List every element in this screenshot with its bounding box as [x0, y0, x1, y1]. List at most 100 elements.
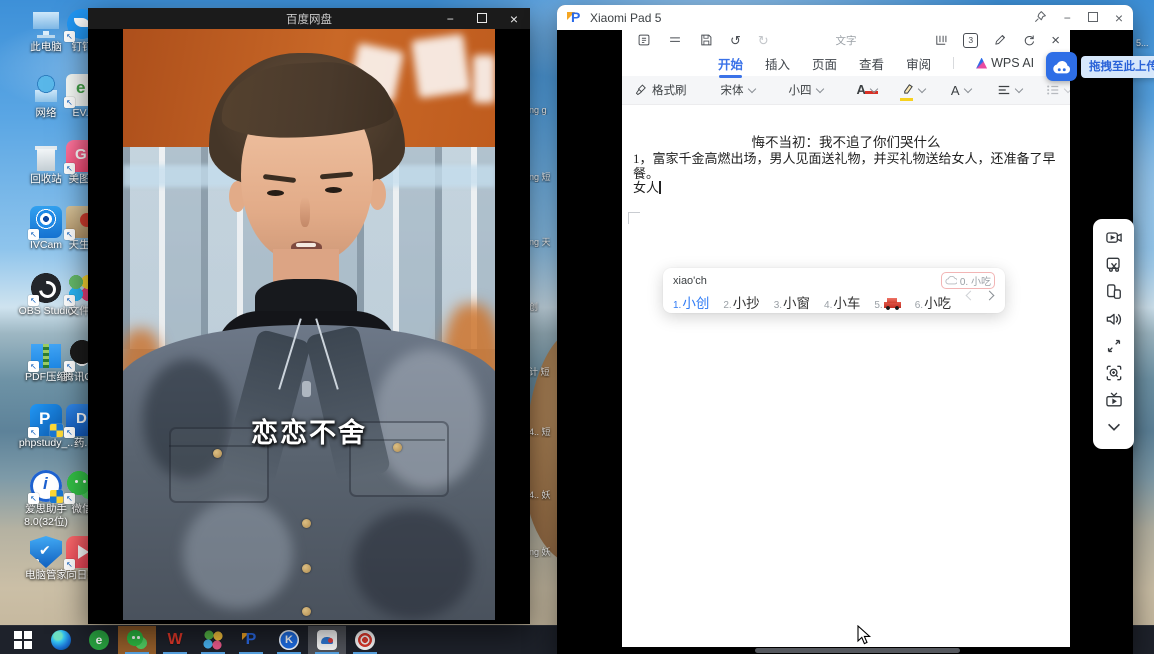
font-name-dropdown[interactable]: 宋体 [721, 82, 755, 98]
close-icon[interactable]: × [1115, 12, 1123, 24]
taskbar-app-icon [203, 630, 223, 650]
collapse-chevron-icon[interactable] [1100, 413, 1127, 440]
shortcut-arrow-icon: ↖ [64, 427, 75, 438]
taskbar-app-button[interactable] [346, 626, 384, 654]
tv-cast-icon[interactable] [1100, 386, 1127, 413]
font-size-dropdown[interactable]: 小四 [789, 82, 823, 98]
taskbar-app-button[interactable]: e [80, 626, 118, 654]
ribbon-tab[interactable]: 审阅 [906, 51, 931, 76]
taskbar-app-icon: P [241, 630, 261, 650]
minimize-icon[interactable]: − [447, 13, 454, 25]
tablet-screen: 文字 ↺ ↻ 3 × [557, 30, 1133, 654]
bullet-list-dropdown[interactable] [1046, 84, 1070, 96]
jacket-button [213, 449, 222, 458]
ime-candidate[interactable]: 4.小车 [824, 292, 860, 313]
ribbon-tab[interactable]: 开始 [718, 51, 743, 76]
format-painter-button[interactable]: 格式刷 [634, 82, 687, 98]
minimize-icon[interactable]: − [1064, 12, 1071, 24]
ime-cloud-candidate[interactable]: 0. 小吃 [941, 272, 995, 289]
taskbar-app-button[interactable] [4, 626, 42, 654]
taskbar-app-button[interactable]: W [156, 626, 194, 654]
shortcut-arrow-icon: ↖ [64, 559, 75, 570]
wps-ai-label: WPS AI [991, 56, 1034, 70]
taskbar-app-button[interactable] [118, 626, 156, 654]
taskbar-app-button[interactable] [42, 626, 80, 654]
person-eye [267, 190, 284, 196]
rotate-device-icon[interactable] [1100, 278, 1127, 305]
icon-label-fragment: ng 短 [529, 170, 559, 183]
sign-glyph [411, 34, 471, 99]
mirror-window-titlebar[interactable]: P Xiaomi Pad 5 − × [557, 5, 1133, 30]
taskbar-app-button[interactable] [194, 626, 232, 654]
zoom-screen-icon[interactable] [1100, 359, 1127, 386]
taskbar-app-icon [13, 630, 33, 650]
sign-glyph [473, 55, 495, 103]
taskbar-app-icon: K [279, 630, 299, 650]
wps-ai-button[interactable]: WPS AI [976, 56, 1034, 70]
taskbar-app-icon: e [89, 630, 109, 650]
shortcut-arrow-icon: ↖ [64, 31, 75, 42]
document-line: 女人 [622, 181, 1070, 196]
maximize-icon[interactable] [477, 13, 487, 25]
ribbon-tab[interactable]: 插入 [765, 51, 790, 76]
document-editor[interactable]: 悔不当初：我不追了你们哭什么 1，富家千金高燃出场，男人见面送礼物，并买礼物送给… [622, 131, 1070, 647]
highlight-color-dropdown[interactable] [901, 83, 925, 97]
video-area[interactable]: 恋恋不舍 [123, 29, 495, 620]
ime-next-page-icon[interactable] [985, 291, 995, 301]
shortcut-arrow-icon: ↖ [28, 229, 39, 240]
netdisk-cloud-icon[interactable] [1046, 52, 1077, 81]
taskbar-app-button[interactable]: P [232, 626, 270, 654]
edit-pen-icon[interactable] [993, 33, 1007, 47]
text-caret [659, 181, 661, 194]
ime-candidate[interactable]: 2.小抄 [723, 292, 759, 313]
video-subtitle: 恋恋不舍 [123, 411, 495, 450]
wps-ribbon-tabs: 开始插入页面查看审阅 WPS AI [622, 50, 1070, 76]
icon-label-fragment: ng 天 [529, 235, 559, 248]
ime-popup: xiao'ch 0. 小吃 1.小创2.小抄3.小窗4.小车5.🚗6.小吃 [663, 268, 1005, 313]
icon-label-fragment: 4.. 妖 [529, 488, 559, 501]
mouse-cursor [857, 625, 872, 651]
taskbar-app-glyph: e [96, 633, 103, 647]
page-number-icon[interactable]: 3 [963, 33, 978, 48]
person-eye [325, 187, 342, 193]
ribbon-tab[interactable]: 查看 [859, 51, 884, 76]
maximize-icon[interactable] [1088, 12, 1098, 24]
volume-icon[interactable] [1100, 305, 1127, 332]
taskbar-app-button[interactable]: K [270, 626, 308, 654]
ime-candidate[interactable]: 3.小窗 [774, 292, 810, 313]
jacket-button [302, 607, 311, 616]
shortcut-arrow-icon: ↖ [28, 361, 39, 372]
ribbon-tab[interactable]: 页面 [812, 51, 837, 76]
screenshot-crop-icon[interactable] [1100, 251, 1127, 278]
shortcut-arrow-icon: ↖ [64, 97, 75, 108]
icon-label-fragment: 创 [529, 300, 559, 313]
video-window-titlebar[interactable]: 百度网盘 − × [88, 8, 530, 29]
upload-drop-label[interactable]: 拖拽至此上传 [1081, 56, 1154, 78]
document-title-line: 悔不当初：我不追了你们哭什么 [622, 131, 1070, 151]
taskbar-app-icon [355, 630, 375, 650]
fullscreen-icon[interactable] [1100, 332, 1127, 359]
alignment-dropdown[interactable] [997, 84, 1022, 96]
ime-prev-page-icon[interactable] [966, 291, 976, 301]
reading-view-icon[interactable] [934, 33, 948, 47]
record-screen-icon[interactable] [1100, 224, 1127, 251]
pin-icon[interactable] [1034, 10, 1047, 25]
text-effect-dropdown[interactable]: A [951, 83, 971, 98]
mirror-window-title: Xiaomi Pad 5 [590, 11, 661, 25]
icon-label-fragment: ng g [529, 105, 559, 115]
font-color-dropdown[interactable]: A [857, 84, 877, 96]
ime-candidate[interactable]: 5.🚗 [874, 295, 900, 313]
shortcut-arrow-icon: ↖ [28, 493, 39, 504]
wps-top-toolbar: 文字 ↺ ↻ 3 × [622, 30, 1070, 50]
share-icon[interactable] [1022, 33, 1036, 47]
jacket-mottle [353, 509, 473, 619]
tab-divider [953, 57, 954, 69]
ime-candidate[interactable]: 1.小创 [673, 292, 709, 313]
close-icon[interactable]: × [1051, 34, 1060, 47]
taskbar-app-button[interactable] [308, 626, 346, 654]
ime-candidate-row: 1.小创 2.小抄 3.小窗 4.小车 5.🚗 6.小吃 [663, 289, 1005, 313]
shortcut-arrow-icon: ↖ [64, 163, 75, 174]
icon-label-fragment: 计 短 [529, 365, 559, 378]
ime-candidate[interactable]: 6.小吃 [915, 292, 951, 313]
close-icon[interactable]: × [510, 13, 518, 25]
